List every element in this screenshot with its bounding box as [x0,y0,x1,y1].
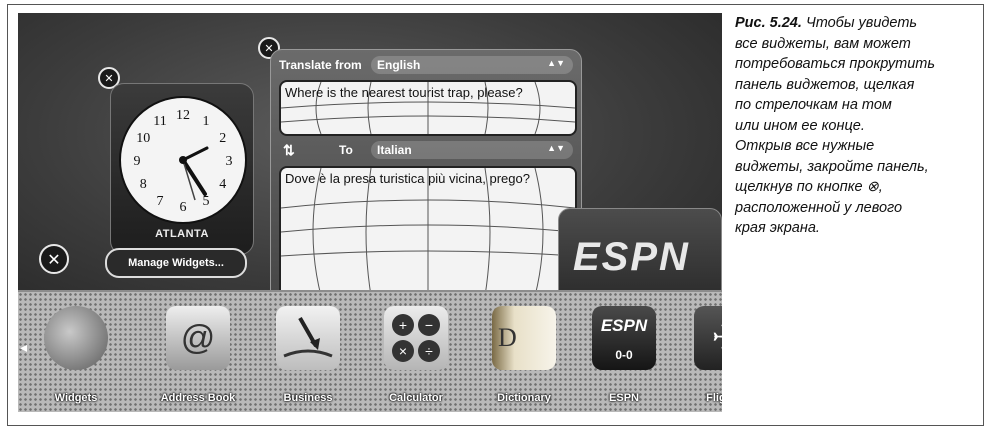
source-text: Where is the nearest tourist trap, pleas… [285,85,523,100]
clock-number: 6 [180,200,187,215]
manage-widgets-button[interactable]: Manage Widgets... [105,248,247,278]
clock-number: 9 [134,154,141,169]
clock-minute-hand [181,146,209,162]
select-arrows-icon: ▲▼ [547,143,565,153]
clock-number: 2 [219,131,226,146]
clock-number: 1 [203,114,210,129]
calculator-icon: + − × ÷ [384,306,448,370]
clock-face: 12 1 2 3 4 5 6 7 8 9 10 11 [119,96,247,224]
to-label: To [339,143,353,157]
caption-line: щелкнув по кнопке ⊗, [735,179,883,195]
swap-languages-icon[interactable]: ⇅ [283,142,295,159]
caption-line: потребоваться прокрутить [735,56,935,72]
widgets-icon [44,306,108,370]
dock-item-label: Flight T [706,392,722,404]
clock-number: 12 [176,108,190,123]
caption-line: или ином ее конце. [735,117,865,134]
caption-line: панель виджетов, щелкая [735,76,915,93]
business-icon [276,306,340,370]
figure-caption: Рис. 5.24. Чтобы увидеть все виджеты, ва… [735,13,975,239]
caption-label: Рис. 5.24. [735,15,802,31]
clock-number: 7 [157,194,164,209]
address-book-icon: @ [166,306,230,370]
translated-text: Dove è la presa turistica più vicina, pr… [285,171,530,186]
translate-from-label: Translate from [279,58,362,72]
caption-line: Открыв все нужные [735,138,875,154]
dock-item-label: Dictionary [497,392,551,404]
clock-number: 10 [136,131,150,146]
clock-number: 5 [203,194,210,209]
dashboard-screenshot: ✕ 12 1 2 3 4 5 6 7 8 9 10 11 ATLANTA ✕ Manage Widge… [18,13,722,412]
caption-line: Рис. 5.24. Чтобы увидеть [735,15,918,31]
caption-line: расположенной у левого [735,199,903,216]
scroll-left-arrow-icon[interactable]: ◂ [20,339,27,356]
source-text-field[interactable]: Where is the nearest tourist trap, pleas… [279,80,577,136]
dock-item-label: Calculator [389,392,443,404]
caption-line: края экрана. [735,220,820,236]
from-language-value: English [377,58,421,72]
widget-bar: ◂ Widgets @ Address Book Business + − × … [18,290,722,412]
clock-number: 4 [219,177,226,192]
select-arrows-icon: ▲▼ [547,58,565,68]
clock-hour-hand [181,158,207,196]
airplane-icon: ✈ [694,306,722,370]
to-language-select[interactable]: Italian ▲▼ [371,141,573,159]
dock-item-label: Business [283,392,333,404]
clock-widget[interactable]: 12 1 2 3 4 5 6 7 8 9 10 11 ATLANTA [110,83,254,255]
caption-line: по стрелочкам на том [735,97,892,113]
clock-city-label: ATLANTA [155,228,209,240]
dock-item-label: ESPN [609,392,639,404]
caption-line: виджеты, закройте панель, [735,158,929,175]
clock-number: 8 [140,177,147,192]
caption-line: все виджеты, вам может [735,35,911,52]
clock-number: 11 [153,114,166,129]
to-language-value: Italian [377,143,412,157]
dictionary-icon: D [492,306,556,370]
clock-dial: 12 1234567891011 [134,108,233,215]
translate-widget[interactable]: Translate from English ▲▼ Where is the n… [270,49,582,305]
dock-item-label: Address Book [160,392,236,404]
from-language-select[interactable]: English ▲▼ [371,56,573,74]
espn-icon: ESPN 0-0 [592,306,656,370]
clock-center [179,156,187,164]
espn-logo: ESPN [573,235,690,279]
clock-number: 3 [226,154,233,169]
close-dashboard-icon[interactable]: ✕ [39,244,69,274]
dock-item-label: Widgets [54,392,98,404]
translated-text-field[interactable]: Dove è la presa turistica più vicina, pr… [279,166,577,298]
